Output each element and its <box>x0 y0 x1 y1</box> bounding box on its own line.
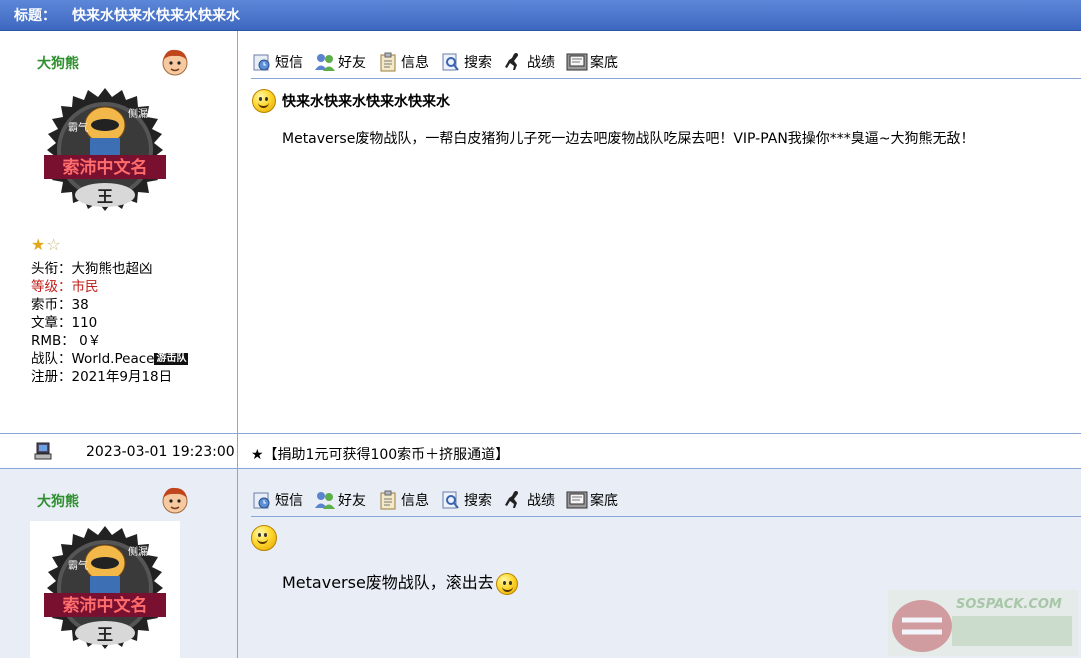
rank-stars: ★ ☆ <box>31 237 61 253</box>
author-panel: 大狗熊 霸气 侧漏 索沛中文名 王 ★ ☆ 头衔：大狗熊也超凶 等级：市民 索币… <box>0 31 238 433</box>
site-watermark-logo: SOSPACK.COM <box>888 590 1078 656</box>
toolbar-message-button[interactable]: 短信 <box>251 51 303 73</box>
profile-rmb: RMB： 0￥ <box>31 333 102 349</box>
thread-title-label: 标题： <box>14 8 56 24</box>
info-icon <box>377 489 399 511</box>
toolbar-search-button[interactable]: 搜索 <box>440 489 492 511</box>
toolbar-record-button[interactable]: 战绩 <box>503 51 555 73</box>
message-icon <box>251 489 273 511</box>
search-icon <box>440 51 462 73</box>
avatar-text-left: 霸气 <box>68 559 88 572</box>
post-toolbar: 短信 好友 信息 搜索 战绩 案底 <box>251 45 1081 79</box>
post-timestamp: 2023-03-01 19:23:00 <box>86 444 235 460</box>
post-title-text: 快来水快来水快来水快来水 <box>282 94 450 110</box>
avatar-banner-text: 索沛中文名 <box>63 157 148 178</box>
computer-icon <box>34 442 52 460</box>
post-title: 快来水快来水快来水快来水 <box>252 89 450 113</box>
toolbar-search-label: 搜索 <box>464 54 492 71</box>
info-icon <box>377 51 399 73</box>
team-badge: 游击队 <box>154 353 189 365</box>
toolbar-info-button[interactable]: 信息 <box>377 51 429 73</box>
toolbar-search-label: 搜索 <box>464 492 492 509</box>
toolbar-history-button[interactable]: 案底 <box>566 489 618 511</box>
profile-coins: 索币：38 <box>31 297 89 313</box>
author-username[interactable]: 大狗熊 <box>37 491 79 511</box>
author-username[interactable]: 大狗熊 <box>37 53 79 73</box>
post-footer-main: ★【捐助1元可获得100索币＋挤服通道】 <box>239 434 1081 468</box>
author-panel: 大狗熊 霸气 侧漏 索沛中文名 王 <box>0 469 238 658</box>
profile-team: 战队：World.Peace 游击队 <box>31 350 189 368</box>
avatar-bottom-text: 王 <box>97 187 113 206</box>
toolbar-message-button[interactable]: 短信 <box>251 489 303 511</box>
donate-link[interactable]: ★【捐助1元可获得100索币＋挤服通道】 <box>251 444 509 464</box>
avatar-banner-text: 索沛中文名 <box>63 595 148 616</box>
toolbar-info-button[interactable]: 信息 <box>377 489 429 511</box>
profile-team-label[interactable]: 战队：World.Peace <box>31 351 154 367</box>
profile-level: 等级：市民 <box>31 279 99 295</box>
author-profile-info: 头衔：大狗熊也超凶 等级：市民 索币：38 文章：110 RMB： 0￥ 战队：… <box>31 260 189 386</box>
avatar-text-right: 侧漏 <box>128 545 148 558</box>
toolbar-info-label: 信息 <box>401 54 429 71</box>
post-mood <box>251 525 277 551</box>
toolbar-friends-label: 好友 <box>338 54 366 71</box>
post-1: 大狗熊 霸气 侧漏 索沛中文名 王 ★ ☆ 头衔：大狗熊也超凶 等级：市民 索币… <box>0 31 1081 433</box>
toolbar-friends-button[interactable]: 好友 <box>314 489 366 511</box>
history-icon <box>566 51 588 73</box>
toolbar-history-button[interactable]: 案底 <box>566 51 618 73</box>
toolbar-history-label: 案底 <box>590 492 618 509</box>
toolbar-friends-button[interactable]: 好友 <box>314 51 366 73</box>
smiley-icon <box>252 89 276 113</box>
profile-registered: 注册：2021年9月18日 <box>31 369 173 385</box>
toolbar-record-label: 战绩 <box>527 54 555 71</box>
user-face-icon <box>162 487 188 514</box>
avatar-bottom-text: 王 <box>97 625 113 644</box>
smiley-icon <box>251 525 277 551</box>
post-content: 短信 好友 信息 搜索 战绩 案底 <box>239 31 1081 433</box>
thread-title: 快来水快来水快来水快来水 <box>72 8 240 24</box>
toolbar-history-label: 案底 <box>590 54 618 71</box>
search-icon <box>440 489 462 511</box>
toolbar-search-button[interactable]: 搜索 <box>440 51 492 73</box>
user-face-icon <box>162 49 188 76</box>
toolbar-record-label: 战绩 <box>527 492 555 509</box>
toolbar-record-button[interactable]: 战绩 <box>503 489 555 511</box>
post-body: Metaverse废物战队，滚出去 <box>282 567 518 595</box>
record-icon <box>503 51 525 73</box>
friends-icon <box>314 51 336 73</box>
record-icon <box>503 489 525 511</box>
post-toolbar: 短信 好友 信息 搜索 战绩 案底 <box>251 483 1081 517</box>
message-icon <box>251 51 273 73</box>
avatar-text-left: 霸气 <box>68 121 88 134</box>
toolbar-message-label: 短信 <box>275 492 303 509</box>
avatar: 霸气 侧漏 索沛中文名 王 <box>30 521 180 658</box>
star-full-icon: ★ <box>31 235 46 254</box>
watermark-text: SOSPACK.COM <box>956 597 1062 612</box>
toolbar-info-label: 信息 <box>401 492 429 509</box>
post-footer: 2023-03-01 19:23:00 ★【捐助1元可获得100索币＋挤服通道】 <box>0 433 1081 469</box>
profile-articles: 文章：110 <box>31 315 98 331</box>
friends-icon <box>314 489 336 511</box>
avatar: 霸气 侧漏 索沛中文名 王 <box>30 83 180 233</box>
post-body-text: Metaverse废物战队，滚出去 <box>282 573 494 592</box>
post-footer-meta: 2023-03-01 19:23:00 <box>0 434 238 468</box>
profile-title: 头衔：大狗熊也超凶 <box>31 261 153 277</box>
avatar-text-right: 侧漏 <box>128 107 148 120</box>
toolbar-message-label: 短信 <box>275 54 303 71</box>
history-icon <box>566 489 588 511</box>
star-empty-icon: ☆ <box>46 235 61 254</box>
smiley-icon <box>495 573 518 595</box>
toolbar-friends-label: 好友 <box>338 492 366 509</box>
post-body: Metaverse废物战队，一帮白皮猪狗儿子死一边去吧废物战队吃屎去吧！VIP-… <box>282 131 975 147</box>
thread-title-bar: 标题： 快来水快来水快来水快来水 <box>0 0 1081 31</box>
